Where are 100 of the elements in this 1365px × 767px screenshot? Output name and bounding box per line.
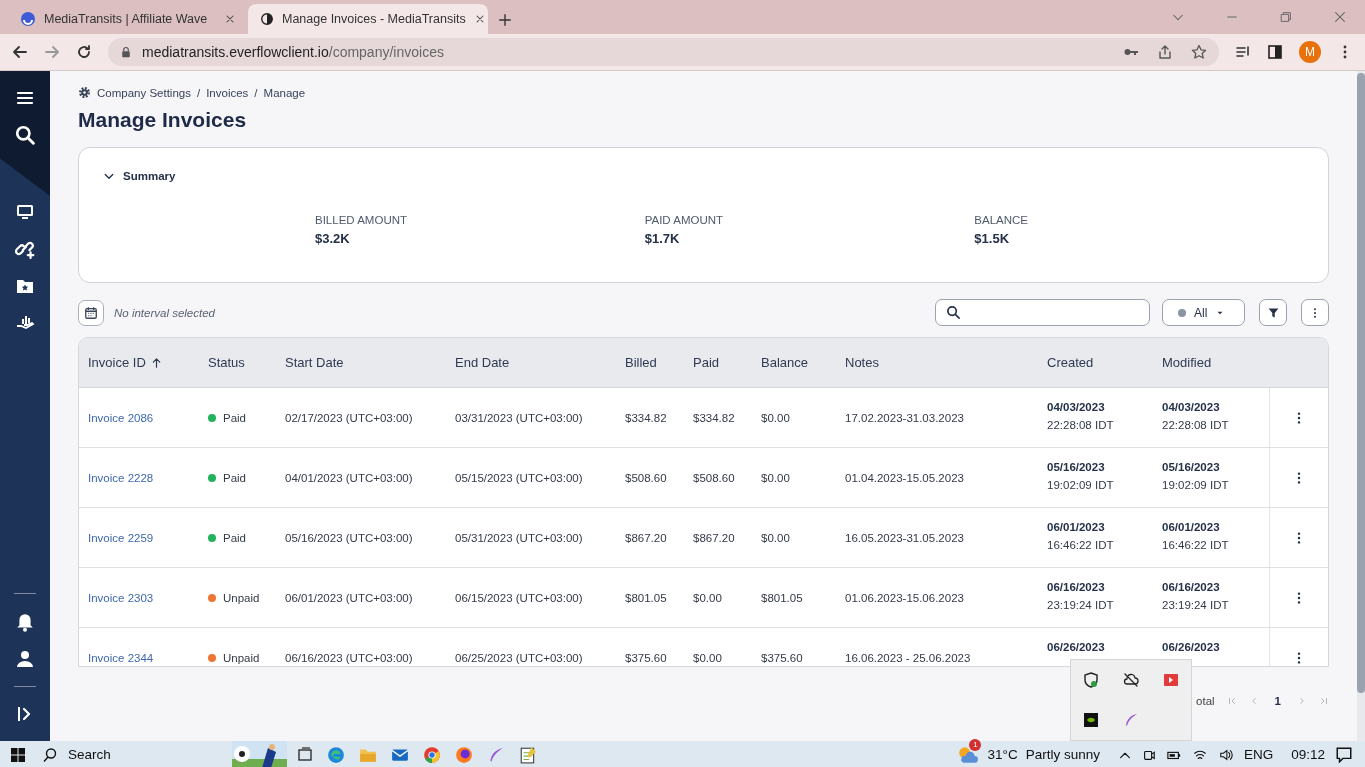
search-icon[interactable]: [15, 125, 35, 145]
column-header[interactable]: Invoice ID: [88, 355, 146, 370]
user-icon[interactable]: [16, 650, 34, 668]
invoice-link[interactable]: Invoice 2259: [88, 531, 208, 544]
weather-text[interactable]: Partly sunny: [1025, 747, 1100, 762]
paid-cell-text: $867.20: [693, 531, 736, 544]
billed-cell-text: $334.82: [625, 411, 668, 424]
eye-app-icon[interactable]: [1083, 712, 1099, 728]
date-picker-button[interactable]: [78, 299, 104, 326]
column-header[interactable]: Balance: [761, 355, 808, 370]
start-date-cell-text: 06/01/2023 (UTC+03:00): [285, 591, 414, 604]
page-number[interactable]: 1: [1270, 695, 1285, 707]
notepad-icon[interactable]: [519, 745, 537, 764]
temperature-text[interactable]: 31°C: [987, 747, 1018, 762]
status-text: Paid: [223, 471, 247, 484]
restore-icon[interactable]: [1279, 10, 1293, 24]
breadcrumb-link[interactable]: Company Settings: [97, 86, 191, 99]
volume-icon[interactable]: [1217, 747, 1234, 762]
hand-chart-icon[interactable]: [15, 313, 35, 331]
balance-cell-text: $375.60: [761, 651, 804, 664]
date-text: 06/01/2023: [1047, 520, 1106, 533]
time-text: 19:02:09 IDT: [1162, 478, 1230, 491]
close-icon[interactable]: [1333, 10, 1347, 24]
paid-cell-text: $508.60: [693, 471, 736, 484]
date-text: 06/26/2023: [1047, 640, 1106, 653]
end-date-cell-text: 05/31/2023 (UTC+03:00): [455, 531, 584, 544]
column-header[interactable]: End Date: [455, 355, 510, 370]
notes-cell-text: 01.04.2023-15.05.2023: [845, 471, 965, 484]
column-header[interactable]: Billed: [625, 355, 657, 370]
breadcrumb-link[interactable]: Invoices: [206, 86, 249, 99]
start-date-cell-text: 06/16/2023 (UTC+03:00): [285, 651, 414, 664]
start-icon[interactable]: [10, 746, 26, 763]
invoice-link[interactable]: Invoice 2344: [88, 651, 208, 664]
invoice-link[interactable]: Invoice 2228: [88, 471, 208, 484]
end-date-cell-text: 03/31/2023 (UTC+03:00): [455, 411, 584, 424]
cloud-off-icon[interactable]: [1123, 672, 1139, 688]
more-options-button[interactable]: [1301, 299, 1329, 326]
metric-value: $1.7K: [644, 231, 680, 246]
reload-icon[interactable]: [76, 44, 92, 60]
column-header[interactable]: Notes: [845, 355, 879, 370]
shield-icon[interactable]: [1083, 672, 1099, 688]
taskbar-search[interactable]: Search: [42, 746, 232, 763]
address-bar[interactable]: mediatransits.everflowclient.io/company/invoices: [108, 38, 1219, 66]
star-icon[interactable]: [1191, 44, 1207, 60]
billed-cell-text: $508.60: [625, 471, 668, 484]
invoice-link[interactable]: Invoice 2086: [88, 411, 208, 424]
share-icon[interactable]: [1157, 44, 1173, 60]
status-filter-dropdown[interactable]: All: [1162, 299, 1245, 326]
metric-label: PAID AMOUNT: [644, 214, 725, 226]
date-text: 06/01/2023: [1162, 520, 1221, 533]
interval-text: No interval selected: [114, 306, 215, 319]
cloud-sun-icon[interactable]: [957, 744, 980, 765]
filter-button[interactable]: [1259, 299, 1287, 326]
paid-cell-text: $334.82: [693, 411, 736, 424]
play-app-icon[interactable]: [1163, 672, 1179, 688]
bell-icon[interactable]: [15, 612, 35, 632]
column-header[interactable]: Paid: [693, 355, 720, 370]
search-icon: [42, 746, 58, 763]
browser-tab[interactable]: MediaTransits | Affiliate Wave: [8, 4, 248, 34]
metric-value: $3.2K: [315, 231, 350, 246]
date-text: 04/03/2023: [1047, 400, 1106, 413]
billed-cell-text: $375.60: [625, 651, 668, 664]
time-text: 22:28:08 IDT: [1162, 418, 1230, 431]
date-text: 05/16/2023: [1047, 460, 1106, 473]
notes-cell-text: 17.02.2023-31.03.2023: [845, 411, 965, 424]
link-plus-icon[interactable]: [15, 239, 35, 259]
task-view-icon[interactable]: [297, 746, 313, 763]
notes-cell-text: 01.06.2023-15.06.2023: [845, 591, 965, 604]
edge-icon[interactable]: [327, 745, 345, 764]
summary-toggle[interactable]: Summary: [103, 170, 1304, 182]
chrome-icon[interactable]: [423, 745, 441, 764]
column-header[interactable]: Status: [208, 355, 245, 370]
menu-icon[interactable]: [15, 89, 35, 107]
notification-icon[interactable]: [1335, 745, 1353, 764]
end-date-cell-text: 05/15/2023 (UTC+03:00): [455, 471, 584, 484]
paid-cell-text: $0.00: [693, 651, 723, 664]
media-queue-icon[interactable]: [1235, 44, 1251, 60]
search-icon: [946, 305, 961, 320]
clock[interactable]: 09:12: [1291, 747, 1325, 762]
column-header[interactable]: Modified: [1162, 355, 1212, 370]
back-icon[interactable]: [12, 44, 28, 60]
swirl-logo-icon: [20, 11, 36, 27]
monitor-icon[interactable]: [15, 203, 35, 221]
search-field[interactable]: [935, 299, 1150, 326]
firefox-icon[interactable]: [455, 745, 473, 764]
folder-star-icon[interactable]: [15, 277, 35, 295]
column-header[interactable]: Start Date: [285, 355, 344, 370]
sort-up-icon[interactable]: [150, 356, 162, 369]
new-tab-icon[interactable]: [498, 13, 512, 27]
scrollbar[interactable]: [1357, 71, 1365, 741]
side-panel-icon[interactable]: [1267, 44, 1283, 60]
status-text: Paid: [223, 531, 247, 544]
close-icon[interactable]: [224, 13, 236, 25]
invoice-link[interactable]: Invoice 2303: [88, 591, 208, 604]
column-header[interactable]: Created: [1047, 355, 1094, 370]
breadcrumb-separator: /: [254, 86, 258, 99]
browser-tab[interactable]: Manage Invoices - MediaTransits: [248, 4, 488, 34]
breadcrumb-separator: /: [196, 86, 201, 99]
feather-icon[interactable]: [1123, 712, 1139, 728]
language-indicator[interactable]: ENG: [1243, 747, 1274, 762]
